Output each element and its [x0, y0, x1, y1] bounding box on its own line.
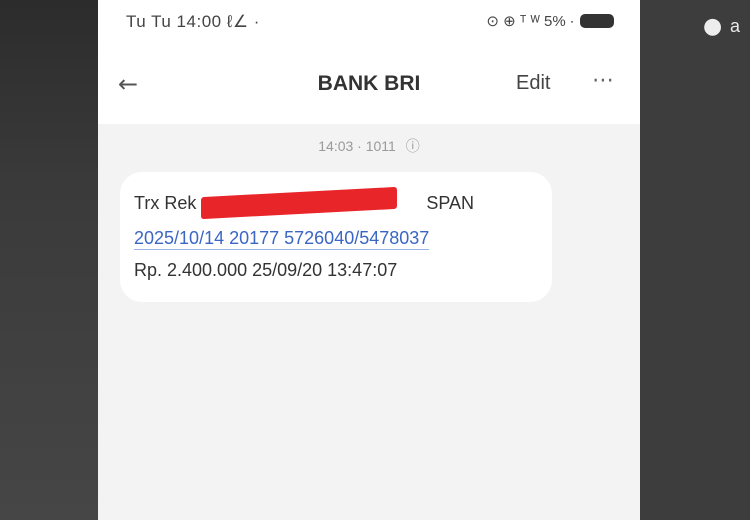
more-options-icon[interactable]: ⋯ — [592, 68, 615, 93]
background-right — [640, 0, 750, 520]
info-icon[interactable]: ⓘ — [406, 138, 420, 154]
phone-screen: Tu Tu 14:00 ℓ∠ · ⊙ ⊕ ᵀ ᵂ 5% ∙ ← BANK BRI… — [98, 0, 640, 520]
message-timestamp-row: 14:03 · 1011 ⓘ — [98, 136, 640, 156]
spn-label: SPAN — [426, 193, 475, 213]
message-bubble[interactable]: Trx Rek SPAN 2025/10/14 20177 5726040/54… — [120, 172, 552, 302]
corner-text: a — [730, 16, 741, 36]
transaction-prefix: Trx Rek — [134, 193, 197, 213]
status-bar: Tu Tu 14:00 ℓ∠ · ⊙ ⊕ ᵀ ᵂ 5% ∙ — [98, 0, 640, 48]
background-left — [0, 0, 98, 520]
reference-link[interactable]: 2025/10/14 20177 5726040/5478037 — [134, 228, 430, 250]
battery-icon — [580, 14, 614, 28]
message-timestamp: 14:03 · 1011 — [318, 138, 396, 154]
tag-icon: ● — [703, 14, 723, 39]
status-indicators: ⊙ ⊕ ᵀ ᵂ 5% ∙ — [486, 12, 614, 30]
edit-button[interactable]: Edit — [516, 72, 550, 95]
status-time: Tu Tu 14:00 ℓ∠ · — [126, 12, 260, 31]
app-header: ← BANK BRI Edit ⋯ — [98, 48, 640, 124]
status-icons-text: ⊙ ⊕ ᵀ ᵂ 5% ∙ — [486, 13, 574, 30]
redacted-account-mark — [201, 186, 398, 220]
message-line-1: Trx Rek SPAN — [134, 186, 475, 220]
page-title: BANK BRI — [317, 72, 421, 95]
amount-line: Rp. 2.400.000 25/09/20 13:47:07 — [134, 260, 398, 280]
